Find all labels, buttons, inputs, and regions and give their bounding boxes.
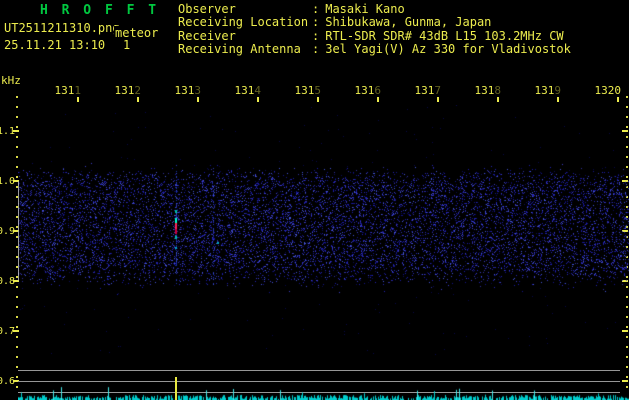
info-separator: : — [312, 2, 320, 16]
info-value: Shibukawa, Gunma, Japan — [325, 15, 492, 30]
info-row-antenna: Receiving Antenna:3el Yagi(V) Az 330 for… — [178, 42, 571, 57]
time-tick-mark — [317, 97, 319, 102]
time-tick-label: 1315 — [294, 84, 322, 97]
info-separator: : — [312, 15, 320, 30]
info-value: Masaki Kano — [325, 2, 405, 16]
info-label: Receiving Location — [178, 15, 309, 30]
info-row-observer: Observer: Masaki Kano — [178, 2, 571, 16]
time-tick-label: 1311 — [54, 84, 82, 97]
info-separator: : — [312, 28, 320, 43]
time-tick-mark — [197, 97, 199, 102]
time-tick-mark — [137, 97, 139, 102]
info-label: Receiving Antenna — [178, 42, 301, 57]
info-label: Observer — [178, 2, 236, 16]
spectrogram-canvas — [18, 105, 629, 360]
output-filename: UT2511211310.png — [4, 21, 120, 35]
signal-level-canvas — [18, 384, 629, 400]
time-tick-label: 1318 — [474, 84, 502, 97]
time-tick-label: 1317 — [414, 84, 442, 97]
time-tick-label: 1316 — [354, 84, 382, 97]
info-row-receiver: Receiver: RTL-SDR SDR# 43dB L15 103.2MHz … — [178, 28, 571, 43]
info-value: RTL-SDR SDR# 43dB L15 103.2MHz CW — [325, 28, 564, 43]
time-tick-mark — [77, 97, 79, 102]
time-tick-label: 1320 — [594, 84, 622, 97]
info-value: 3el Yagi(V) Az 330 for Vladivostok — [325, 42, 571, 57]
time-tick-label: 1313 — [174, 84, 202, 97]
level-scale-line — [18, 381, 620, 382]
time-tick-mark — [257, 97, 259, 102]
station-info-block: Observer: Masaki Kano Receiving Location:… — [178, 2, 571, 57]
observation-datetime: 25.11.21 13:10 — [4, 38, 106, 52]
band-edge-line — [18, 181, 19, 281]
time-tick-mark — [437, 97, 439, 102]
level-scale-line — [18, 370, 620, 371]
echo-count: 1 — [123, 38, 131, 52]
time-tick-label: 1314 — [234, 84, 262, 97]
time-tick-label: 1312 — [114, 84, 142, 97]
time-tick-label: 1319 — [534, 84, 562, 97]
meteor-event-spike — [175, 377, 177, 400]
app-title: H R O F F T — [40, 3, 160, 18]
time-tick-mark — [497, 97, 499, 102]
time-tick-mark — [617, 97, 619, 102]
info-label: Receiver — [178, 28, 236, 43]
freq-major-tick — [622, 380, 628, 382]
info-row-location: Receiving Location: Shibukawa, Gunma, Jap… — [178, 15, 571, 30]
info-separator: : — [312, 42, 320, 57]
hrofft-screen: H R O F F T UT2511211310.png meteor 25.1… — [0, 0, 629, 400]
time-tick-mark — [557, 97, 559, 102]
time-tick-mark — [377, 97, 379, 102]
y-axis-unit-label: kHz — [1, 74, 21, 87]
observation-note: meteor — [114, 26, 159, 40]
